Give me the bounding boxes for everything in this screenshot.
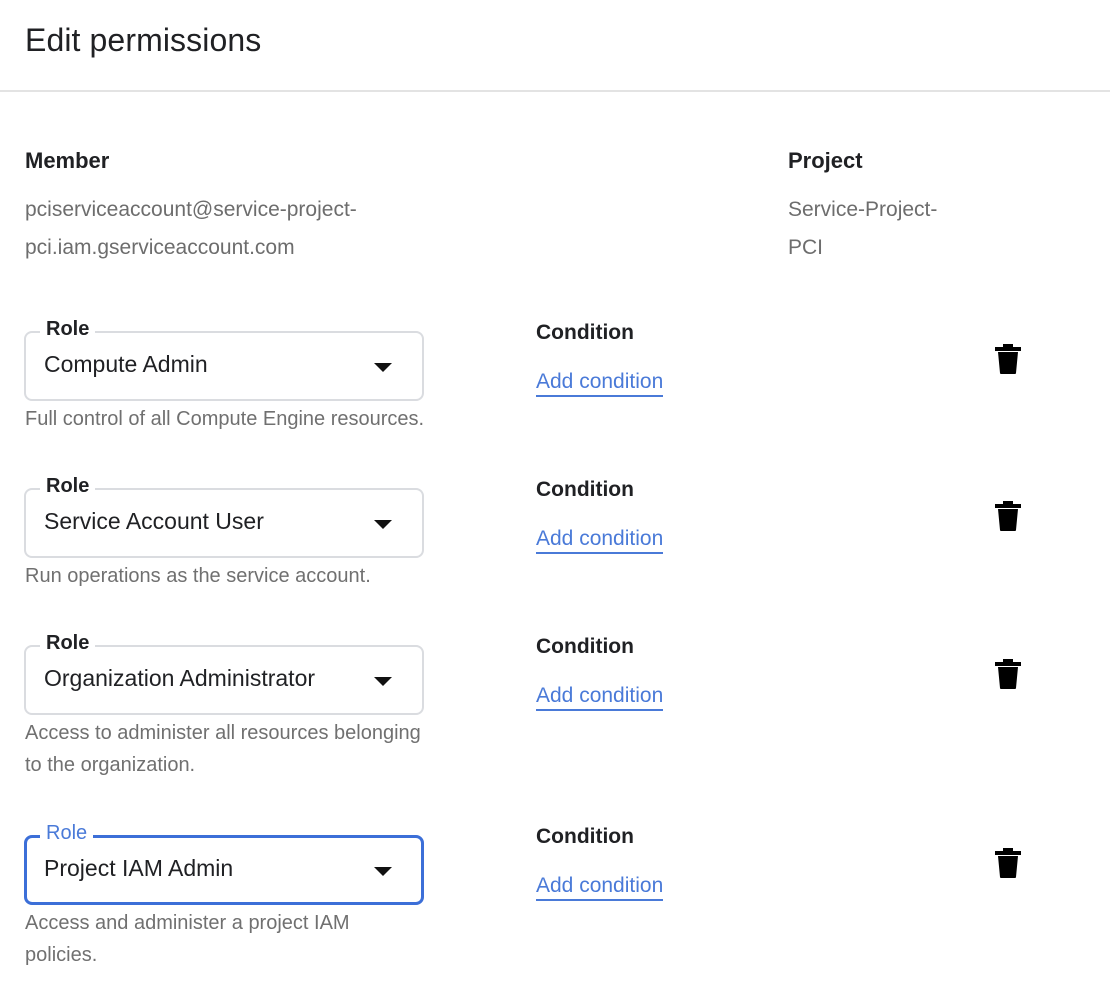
member-value-line2: pci.iam.gserviceaccount.com [25, 236, 295, 259]
role-select-value: Organization Administrator [44, 665, 316, 691]
page-title: Edit permissions [25, 22, 262, 58]
trash-icon[interactable] [994, 500, 1022, 532]
role-description: Access and administer a project IAM poli… [25, 907, 515, 971]
role-field-label: Role [40, 473, 96, 499]
project-value: Service-Project- PCI [788, 191, 937, 267]
dialog-header: Edit permissions [0, 0, 1110, 92]
member-label: Member [25, 148, 110, 173]
project-label: Project [788, 148, 863, 173]
role-description: Full control of all Compute Engine resou… [25, 408, 425, 430]
add-condition-link[interactable]: Add condition [536, 526, 664, 554]
add-condition-link[interactable]: Add condition [536, 873, 664, 901]
trash-icon[interactable] [994, 658, 1022, 690]
project-value-line1: Service-Project- [788, 198, 938, 221]
member-value: pciserviceaccount@service-project- pci.i… [25, 191, 357, 267]
role-select-value: Service Account User [44, 508, 264, 534]
member-value-line1: pciserviceaccount@service-project- [25, 198, 357, 221]
dropdown-arrow-icon [374, 520, 392, 529]
role-description: Run operations as the service account. [25, 565, 371, 587]
condition-label: Condition [536, 635, 634, 658]
dropdown-arrow-icon [374, 363, 392, 372]
trash-icon[interactable] [994, 343, 1022, 375]
add-condition-link[interactable]: Add condition [536, 683, 664, 711]
dropdown-arrow-icon [374, 677, 392, 686]
project-value-line2: PCI [788, 236, 824, 259]
role-field-label: Role [40, 630, 96, 656]
role-select[interactable]: Role Organization Administrator [24, 630, 424, 715]
role-select[interactable]: Role Compute Admin [24, 316, 424, 401]
role-description-line1: Access and administer a project IAM [25, 912, 350, 934]
condition-label: Condition [536, 478, 634, 501]
role-description-line1: Access to administer all resources belon… [25, 722, 421, 744]
trash-icon[interactable] [994, 847, 1022, 879]
condition-label: Condition [536, 825, 634, 848]
role-field-label: Role [40, 316, 96, 342]
role-select[interactable]: Role Project IAM Admin [24, 820, 424, 905]
role-select-value: Project IAM Admin [44, 855, 234, 881]
role-field-label: Role [40, 820, 94, 846]
role-select[interactable]: Role Service Account User [24, 473, 424, 558]
role-description-line2: to the organization. [25, 754, 196, 776]
role-select-value: Compute Admin [44, 351, 208, 377]
role-description: Access to administer all resources belon… [25, 717, 515, 781]
dropdown-arrow-icon [374, 867, 392, 876]
condition-label: Condition [536, 321, 634, 344]
role-description-line2: policies. [25, 944, 98, 966]
add-condition-link[interactable]: Add condition [536, 369, 664, 397]
